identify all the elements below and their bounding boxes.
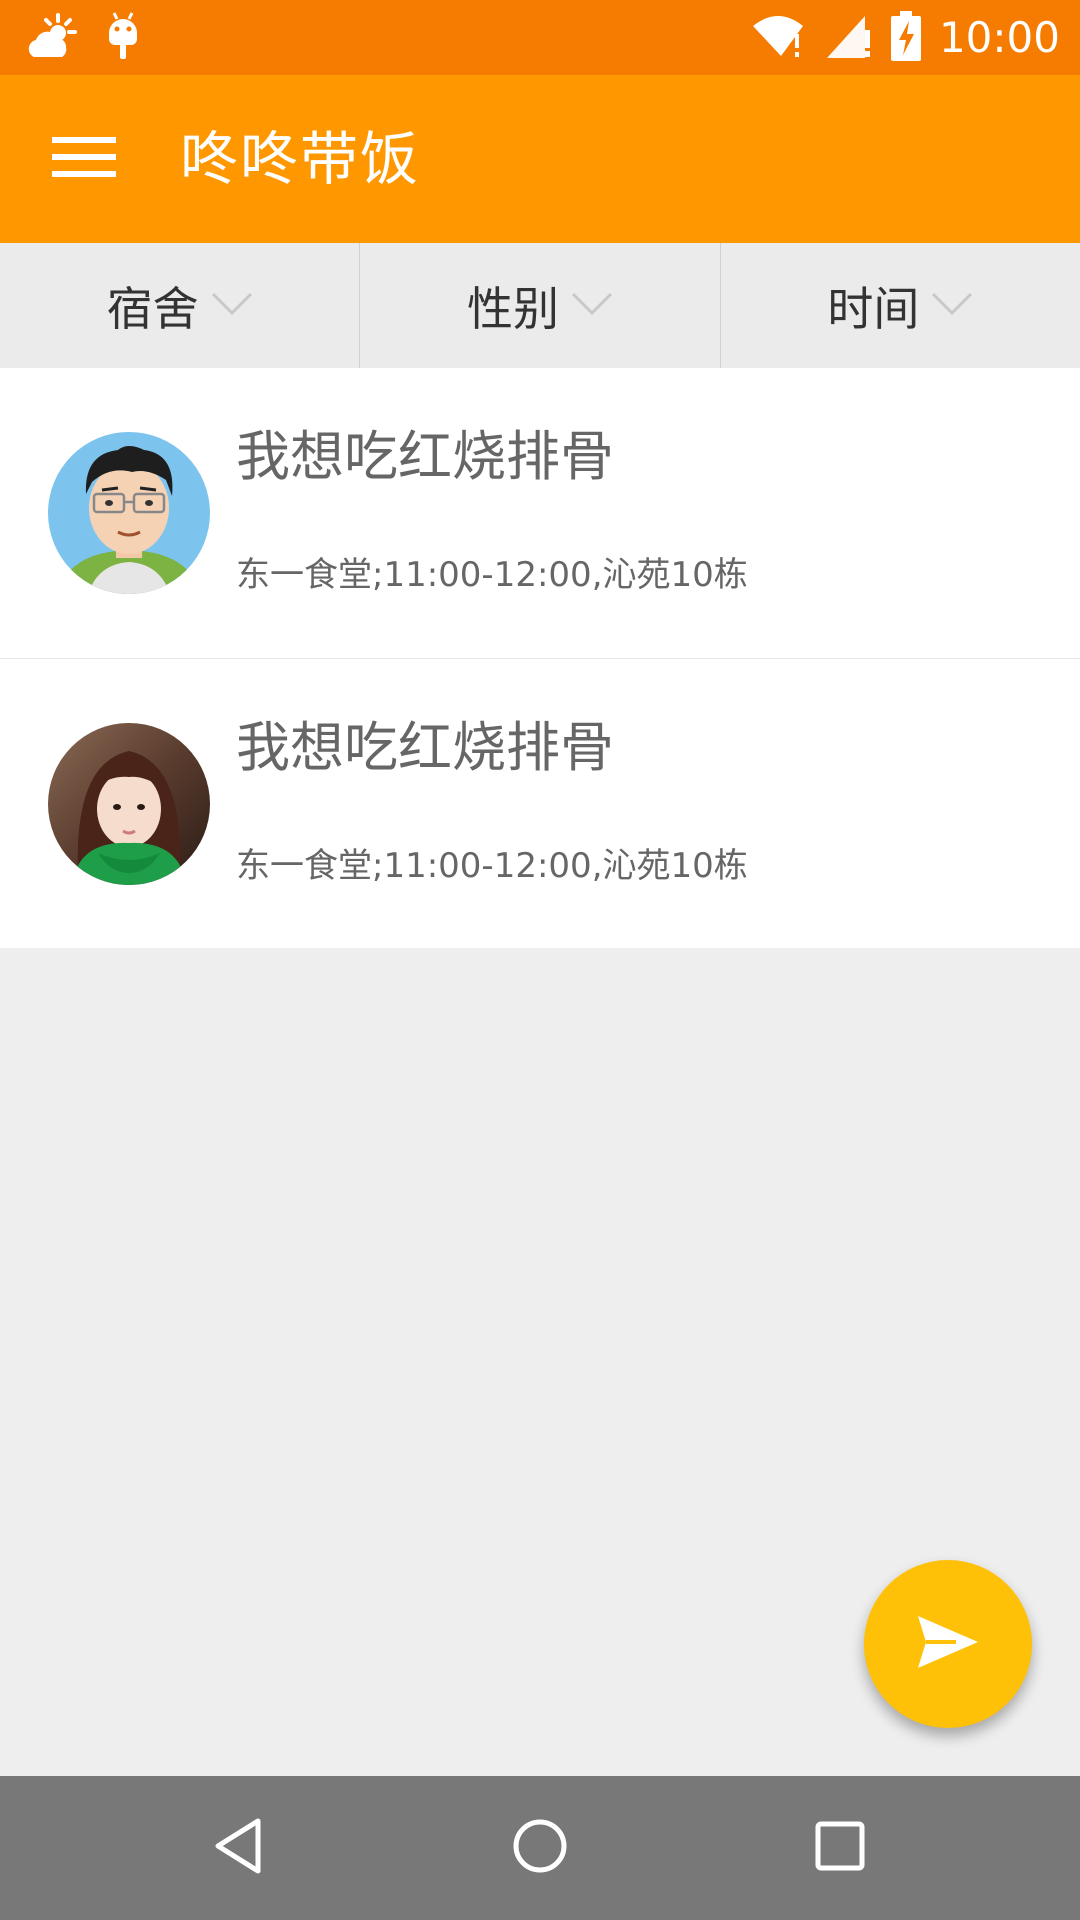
chevron-down-icon	[571, 292, 613, 320]
send-fab-button[interactable]	[864, 1560, 1032, 1728]
girl-green-scarf-avatar	[48, 723, 210, 885]
menu-icon	[52, 135, 116, 183]
wifi-alert-icon	[751, 12, 807, 64]
chevron-down-icon	[931, 292, 973, 320]
filter-label: 性别	[466, 281, 559, 336]
post-details: 东一食堂;11:00-12:00,沁苑10栋	[236, 846, 748, 886]
recents-button[interactable]	[790, 1798, 890, 1898]
avatar	[48, 432, 210, 594]
filter-label: 宿舍	[106, 281, 199, 336]
menu-button[interactable]	[40, 123, 128, 195]
battery-charging-icon	[890, 11, 921, 65]
filter-bar: 宿舍 性别 时间	[0, 243, 1080, 368]
status-left-icons	[26, 10, 140, 65]
avatar	[48, 723, 210, 885]
app-title: 咚咚带饭	[180, 125, 421, 193]
home-button[interactable]	[490, 1798, 590, 1898]
android-debug-icon	[106, 11, 140, 65]
list-item[interactable]: 我想吃红烧排骨 东一食堂;11:00-12:00,沁苑10栋	[0, 368, 1080, 658]
recents-icon	[810, 1816, 870, 1880]
chevron-down-icon	[211, 292, 253, 320]
app-bar: 咚咚带饭	[0, 75, 1080, 243]
weather-icon	[26, 11, 80, 65]
status-right-icons: 10:00	[751, 8, 1060, 68]
navigation-bar	[0, 1776, 1080, 1920]
home-icon	[510, 1816, 570, 1880]
cartoon-man-avatar	[48, 432, 210, 594]
post-list: 我想吃红烧排骨 东一食堂;11:00-12:00,沁苑10栋 我想吃红烧排骨 东…	[0, 368, 1080, 948]
post-title: 我想吃红烧排骨	[236, 425, 614, 488]
filter-label: 时间	[827, 281, 920, 336]
filter-time[interactable]: 时间	[721, 243, 1080, 368]
status-time: 10:00	[938, 13, 1060, 62]
post-title: 我想吃红烧排骨	[236, 716, 614, 779]
status-bar: 10:00	[0, 0, 1080, 75]
filter-dorm[interactable]: 宿舍	[0, 243, 361, 368]
back-button[interactable]	[190, 1798, 290, 1898]
back-icon	[210, 1816, 270, 1880]
send-icon	[916, 1614, 980, 1674]
filter-gender[interactable]: 性别	[360, 243, 721, 368]
signal-alert-icon	[825, 12, 873, 64]
list-item[interactable]: 我想吃红烧排骨 东一食堂;11:00-12:00,沁苑10栋	[0, 658, 1080, 948]
post-details: 东一食堂;11:00-12:00,沁苑10栋	[236, 555, 748, 595]
